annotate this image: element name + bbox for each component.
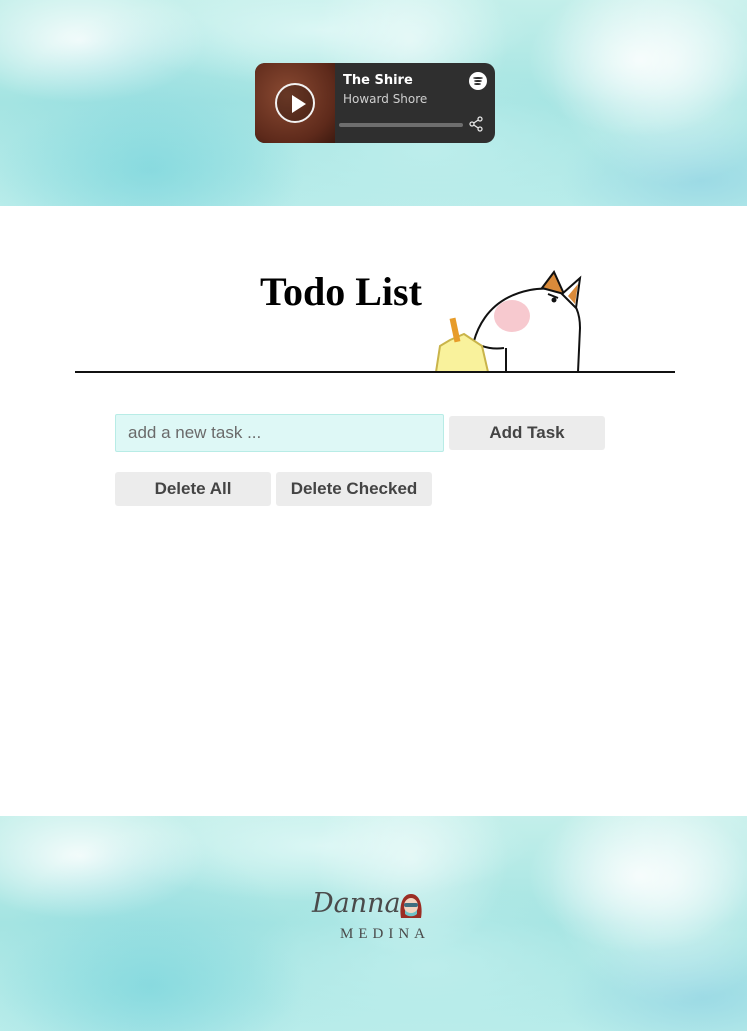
track-artist[interactable]: Howard Shore bbox=[343, 92, 487, 106]
footer-logo: Danna MEDINA bbox=[308, 888, 443, 948]
spotify-player[interactable]: The Shire Howard Shore bbox=[255, 63, 495, 143]
title-divider bbox=[75, 371, 675, 373]
page-title: Todo List bbox=[260, 269, 422, 314]
play-icon[interactable] bbox=[275, 83, 315, 123]
bull-terrier-illustration bbox=[434, 270, 582, 373]
delete-checked-button[interactable]: Delete Checked bbox=[276, 472, 432, 506]
track-title[interactable]: The Shire bbox=[343, 73, 487, 88]
spotify-icon[interactable] bbox=[469, 72, 487, 90]
avatar-icon bbox=[400, 894, 422, 918]
logo-caps-text: MEDINA bbox=[340, 926, 430, 942]
add-task-button[interactable]: Add Task bbox=[449, 416, 605, 450]
new-task-input[interactable] bbox=[115, 414, 444, 452]
album-art bbox=[255, 63, 335, 143]
share-icon[interactable] bbox=[468, 116, 484, 132]
player-info: The Shire Howard Shore bbox=[335, 63, 495, 143]
delete-all-button[interactable]: Delete All bbox=[115, 472, 271, 506]
progress-bar[interactable] bbox=[339, 123, 463, 127]
logo-script-text: Danna bbox=[312, 888, 401, 919]
